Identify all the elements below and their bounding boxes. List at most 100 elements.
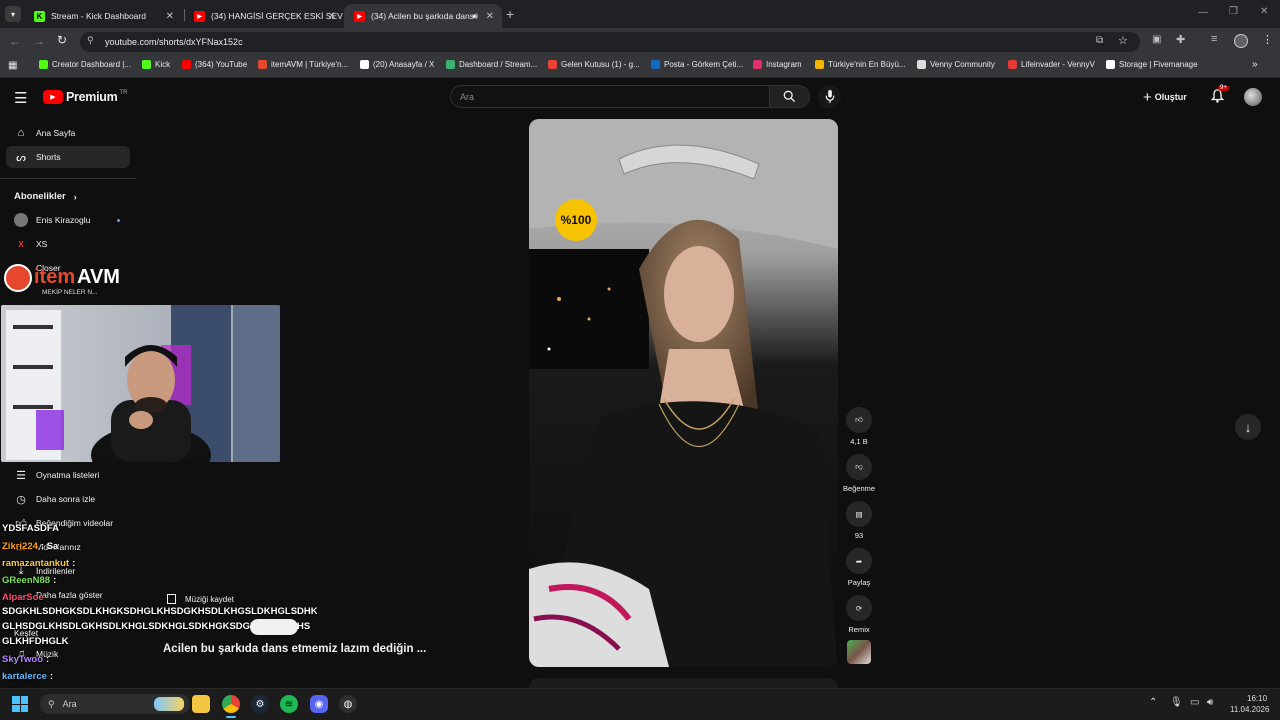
create-label: Oluştur (1154, 92, 1187, 102)
bookmark-item[interactable]: (364) YouTube (182, 60, 247, 69)
bookmark-item[interactable]: itemAVM | Türkiye'n... (258, 60, 348, 69)
comments-button[interactable]: ▤ 93 (843, 501, 875, 540)
save-music-button[interactable]: Müziği kaydet (167, 594, 234, 604)
install-app-icon[interactable]: ⧉ (1096, 35, 1103, 46)
profile-avatar[interactable] (1234, 34, 1248, 48)
chat-text: : (72, 558, 76, 569)
bookmark-star-icon[interactable]: ☆ (1118, 34, 1128, 47)
steam-icon[interactable]: ⚙ (251, 695, 269, 713)
extensions-puzzle-icon[interactable]: ✚ (1176, 33, 1185, 46)
thumbs-up-icon: 👍︎ (846, 407, 872, 433)
brand-sub: MEKİP NELER N... (42, 289, 98, 296)
speaker-icon[interactable]: 🔊︎ (472, 11, 478, 22)
minimize-button[interactable]: — (1198, 7, 1208, 18)
obs-icon[interactable]: ◍ (339, 695, 357, 713)
bookmark-item[interactable]: Lifeinvader - VennyV (1008, 60, 1095, 69)
back-icon[interactable]: ← (9, 34, 21, 48)
voice-search-button[interactable] (818, 85, 841, 108)
forward-icon[interactable]: → (33, 34, 45, 48)
apps-grid-icon[interactable]: ▦ (8, 60, 17, 71)
reload-icon[interactable]: ↻ (57, 33, 67, 47)
close-icon[interactable]: ✕ (166, 11, 174, 22)
like-button[interactable]: 👍︎ 4,1 B (843, 407, 875, 446)
new-tab-button[interactable]: + (506, 6, 514, 22)
bookmark-label: (20) Anasayfa / X (373, 60, 435, 69)
bookmark-label: Posta - Görkem Çeti... (664, 60, 744, 69)
bookmark-item[interactable]: Venny Community (917, 60, 995, 69)
sidebar-item-home[interactable]: ⌂ Ana Sayfa (6, 122, 130, 144)
itemavm-logo: item AVM MEKİP NELER N... (4, 262, 134, 298)
subscribe-pill[interactable] (250, 619, 298, 635)
search-box[interactable]: Ara (450, 85, 770, 108)
tray-mic-icon[interactable]: 🎙︎ (1170, 697, 1183, 708)
tray-volume-icon[interactable]: 🔊︎ (1207, 697, 1213, 708)
bookmark-item[interactable]: Creator Dashboard |... (39, 60, 131, 69)
home-icon: ⌂ (17, 127, 25, 139)
site-info-icon[interactable]: ⚲ (87, 35, 94, 46)
reading-list-icon[interactable]: ≡ (1211, 33, 1217, 45)
bookmark-label: Lifeinvader - VennyV (1021, 60, 1095, 69)
maximize-button[interactable]: ❐ (1229, 6, 1238, 17)
close-icon[interactable]: ✕ (328, 11, 336, 22)
chat-text: : Sa (40, 541, 59, 552)
short-title[interactable]: Acilen bu şarkıda dans etmemiz lazım ded… (163, 643, 426, 655)
next-short-button[interactable]: ↓ (1235, 414, 1261, 440)
share-label: Paylaş (847, 578, 871, 587)
discord-icon[interactable]: ◉ (310, 695, 328, 713)
search-button[interactable] (770, 85, 810, 108)
address-bar[interactable]: ⚲ youtube.com/shorts/dxYFNax152c ⧉ ☆ (80, 32, 1140, 52)
remix-label: Remix (848, 625, 870, 634)
spotify-icon[interactable]: ≋ (280, 695, 298, 713)
hamburger-menu-icon[interactable]: ☰ (14, 89, 27, 107)
clock-date[interactable]: 11.04.2026 (1230, 705, 1269, 714)
bookmark-item[interactable]: Dashboard / Stream... (446, 60, 537, 69)
sidebar-sub-enis[interactable]: Enis Kirazoglu (6, 209, 130, 231)
chat-message: GReenN88: (2, 575, 56, 586)
create-button[interactable]: + Oluştur (1143, 87, 1187, 107)
bookmarks-overflow-icon[interactable]: » (1252, 59, 1258, 70)
bookmark-item[interactable]: Storage | Fivemanage (1106, 60, 1198, 69)
sound-thumbnail[interactable] (847, 640, 871, 664)
tab-search-button[interactable]: ▾ (5, 6, 21, 22)
menu-kebab-icon[interactable]: ⋮ (1262, 33, 1273, 46)
dislike-button[interactable]: 👎︎ Beğenme (843, 454, 875, 493)
bookmark-item[interactable]: Instagram (753, 60, 802, 69)
file-explorer-icon[interactable] (192, 695, 210, 713)
youtube-premium-logo[interactable]: ▶ Premium TR (43, 90, 127, 104)
bookmark-favicon-icon (182, 60, 191, 69)
windows-start-icon[interactable] (12, 696, 28, 712)
subscriptions-header[interactable]: Abonelikler › (14, 191, 77, 202)
tab-youtube-active[interactable]: ▶ (34) Acilen bu şarkıda dans 🔊︎ ✕ (344, 4, 502, 28)
bookmark-label: Dashboard / Stream... (459, 60, 538, 69)
tab-kick-dashboard[interactable]: K Stream - Kick Dashboard ✕ (24, 4, 182, 28)
search-input[interactable]: Ara (460, 92, 474, 102)
clock-time[interactable]: 16:10 (1247, 694, 1267, 703)
sidebar-item-shorts[interactable]: ᔕ Shorts (6, 146, 130, 168)
chrome-icon[interactable] (222, 695, 240, 713)
bookmark-item[interactable]: Gelen Kutusu (1) - g... (548, 60, 640, 69)
robot-mascot-icon (4, 264, 32, 292)
bookmark-item[interactable]: Türkiye'nin En Büyü... (815, 60, 906, 69)
bookmark-item[interactable]: (20) Anasayfa / X (360, 60, 434, 69)
close-icon[interactable]: ✕ (486, 11, 494, 22)
chat-username: GLKHFDHGLK (2, 636, 69, 647)
chat-username: AlparSoe (2, 592, 44, 603)
bookmark-favicon-icon (1106, 60, 1115, 69)
account-avatar[interactable] (1244, 88, 1262, 106)
bookmark-item[interactable]: Posta - Görkem Çeti... (651, 60, 743, 69)
taskbar-search[interactable]: ⚲ Ara (40, 694, 190, 714)
close-window-button[interactable]: ✕ (1260, 6, 1268, 17)
tab-youtube-1[interactable]: ▶ (34) HANGİSİ GERÇEK ESKİ SEV ✕ (184, 4, 344, 28)
shorts-video-player[interactable]: %100 (529, 119, 838, 667)
remix-button[interactable]: ⟳ Remix (843, 595, 875, 634)
share-button[interactable]: ➦ Paylaş (843, 548, 875, 587)
tray-overflow-icon[interactable]: ⌃ (1149, 697, 1157, 708)
bookmark-item[interactable]: Kick (142, 60, 170, 69)
tray-display-icon[interactable]: ▭ (1190, 697, 1199, 708)
sidebar-sub-xs[interactable]: X XS (6, 233, 130, 255)
sidebar-item-watch-later[interactable]: ◷ Daha sonra izle (6, 488, 130, 510)
notifications-button[interactable]: 9+ (1210, 85, 1229, 108)
sidebar-item-label: Oynatma listeleri (36, 470, 100, 480)
sidebar-item-playlists[interactable]: ☰ Oynatma listeleri (6, 464, 130, 486)
extension-icon[interactable]: ▣ (1152, 34, 1161, 45)
